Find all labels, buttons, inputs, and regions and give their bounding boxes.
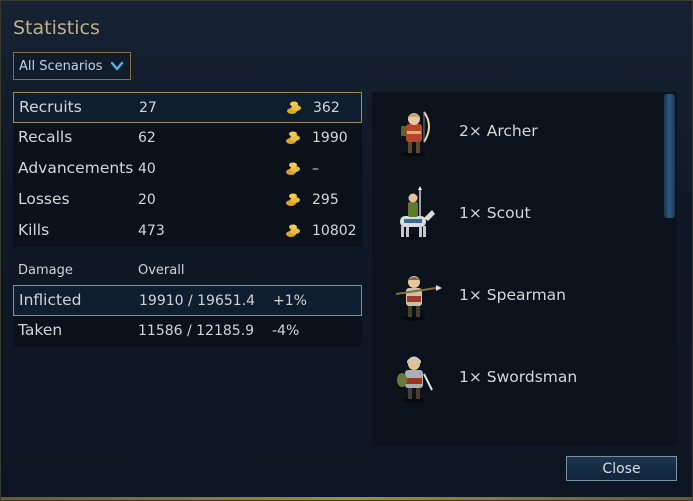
stats-label: Kills xyxy=(18,221,50,239)
damage-row-taken[interactable]: Taken 11586 / 12185.9 -4% xyxy=(13,316,362,347)
chevron-down-icon xyxy=(110,61,124,71)
damage-percent: -4% xyxy=(272,323,300,339)
gold-icon xyxy=(286,131,300,144)
stats-row-kills[interactable]: Kills 473 10802 xyxy=(13,216,362,247)
damage-label: Inflicted xyxy=(19,291,82,309)
stats-cost: 362 xyxy=(313,100,340,116)
unit-item-scout[interactable]: 1× Scout xyxy=(372,174,662,256)
stats-row-advancements[interactable]: Advancements 40 – xyxy=(13,154,362,185)
units-list: 2× Archer 1× Scout 1× Spearman 1× Swords… xyxy=(372,92,677,446)
stats-row-recruits[interactable]: Recruits 27 362 xyxy=(13,92,362,123)
unit-name: 2× Archer xyxy=(459,122,538,140)
gold-icon xyxy=(286,162,300,175)
gold-icon xyxy=(286,224,300,237)
damage-label: Taken xyxy=(18,321,63,339)
unit-item-swordsman[interactable]: 1× Swordsman xyxy=(372,338,662,420)
stats-label: Recalls xyxy=(18,128,73,146)
stats-cost: 295 xyxy=(312,192,339,208)
stats-cost: 10802 xyxy=(312,223,357,239)
stats-row-recalls[interactable]: Recalls 62 1990 xyxy=(13,123,362,154)
stats-value: 40 xyxy=(138,161,156,177)
scout-icon xyxy=(398,186,435,240)
stats-value: 473 xyxy=(138,223,165,239)
damage-table: Inflicted 19910 / 19651.4 +1% Taken 1158… xyxy=(13,285,362,347)
scenario-filter-dropdown[interactable]: All Scenarios xyxy=(13,52,131,80)
stats-table: Recruits 27 362 Recalls 62 1990 Advancem… xyxy=(13,92,362,247)
gold-icon xyxy=(286,193,300,206)
damage-row-inflicted[interactable]: Inflicted 19910 / 19651.4 +1% xyxy=(13,285,362,316)
damage-header-overall: Overall xyxy=(138,263,185,278)
damage-value: 19910 / 19651.4 xyxy=(139,293,256,309)
stats-value: 20 xyxy=(138,192,156,208)
stats-row-losses[interactable]: Losses 20 295 xyxy=(13,185,362,216)
unit-name: 1× Scout xyxy=(459,204,531,222)
swordsman-icon xyxy=(397,356,433,403)
archer-icon xyxy=(401,111,430,157)
scenario-filter-value: All Scenarios xyxy=(19,58,103,74)
stats-label: Advancements xyxy=(18,159,134,177)
unit-item-archer[interactable]: 2× Archer xyxy=(372,92,662,174)
stats-value: 62 xyxy=(138,130,156,146)
unit-name: 1× Spearman xyxy=(459,286,567,304)
stats-value: 27 xyxy=(139,100,157,116)
gold-icon xyxy=(287,101,301,114)
close-button[interactable]: Close xyxy=(566,456,677,481)
unit-name: 1× Swordsman xyxy=(459,368,578,386)
damage-header-label: Damage xyxy=(18,263,73,278)
unit-item-spearman[interactable]: 1× Spearman xyxy=(372,256,662,338)
spearman-icon xyxy=(395,276,442,321)
damage-value: 11586 / 12185.9 xyxy=(138,323,255,339)
stats-label: Losses xyxy=(18,190,70,208)
stats-label: Recruits xyxy=(19,98,82,116)
dialog-title: Statistics xyxy=(13,17,100,39)
stats-cost: 1990 xyxy=(312,130,348,146)
stats-cost: – xyxy=(312,161,319,177)
damage-percent: +1% xyxy=(273,293,307,309)
units-scrollbar[interactable] xyxy=(663,92,677,446)
scrollbar-thumb[interactable] xyxy=(664,94,675,218)
